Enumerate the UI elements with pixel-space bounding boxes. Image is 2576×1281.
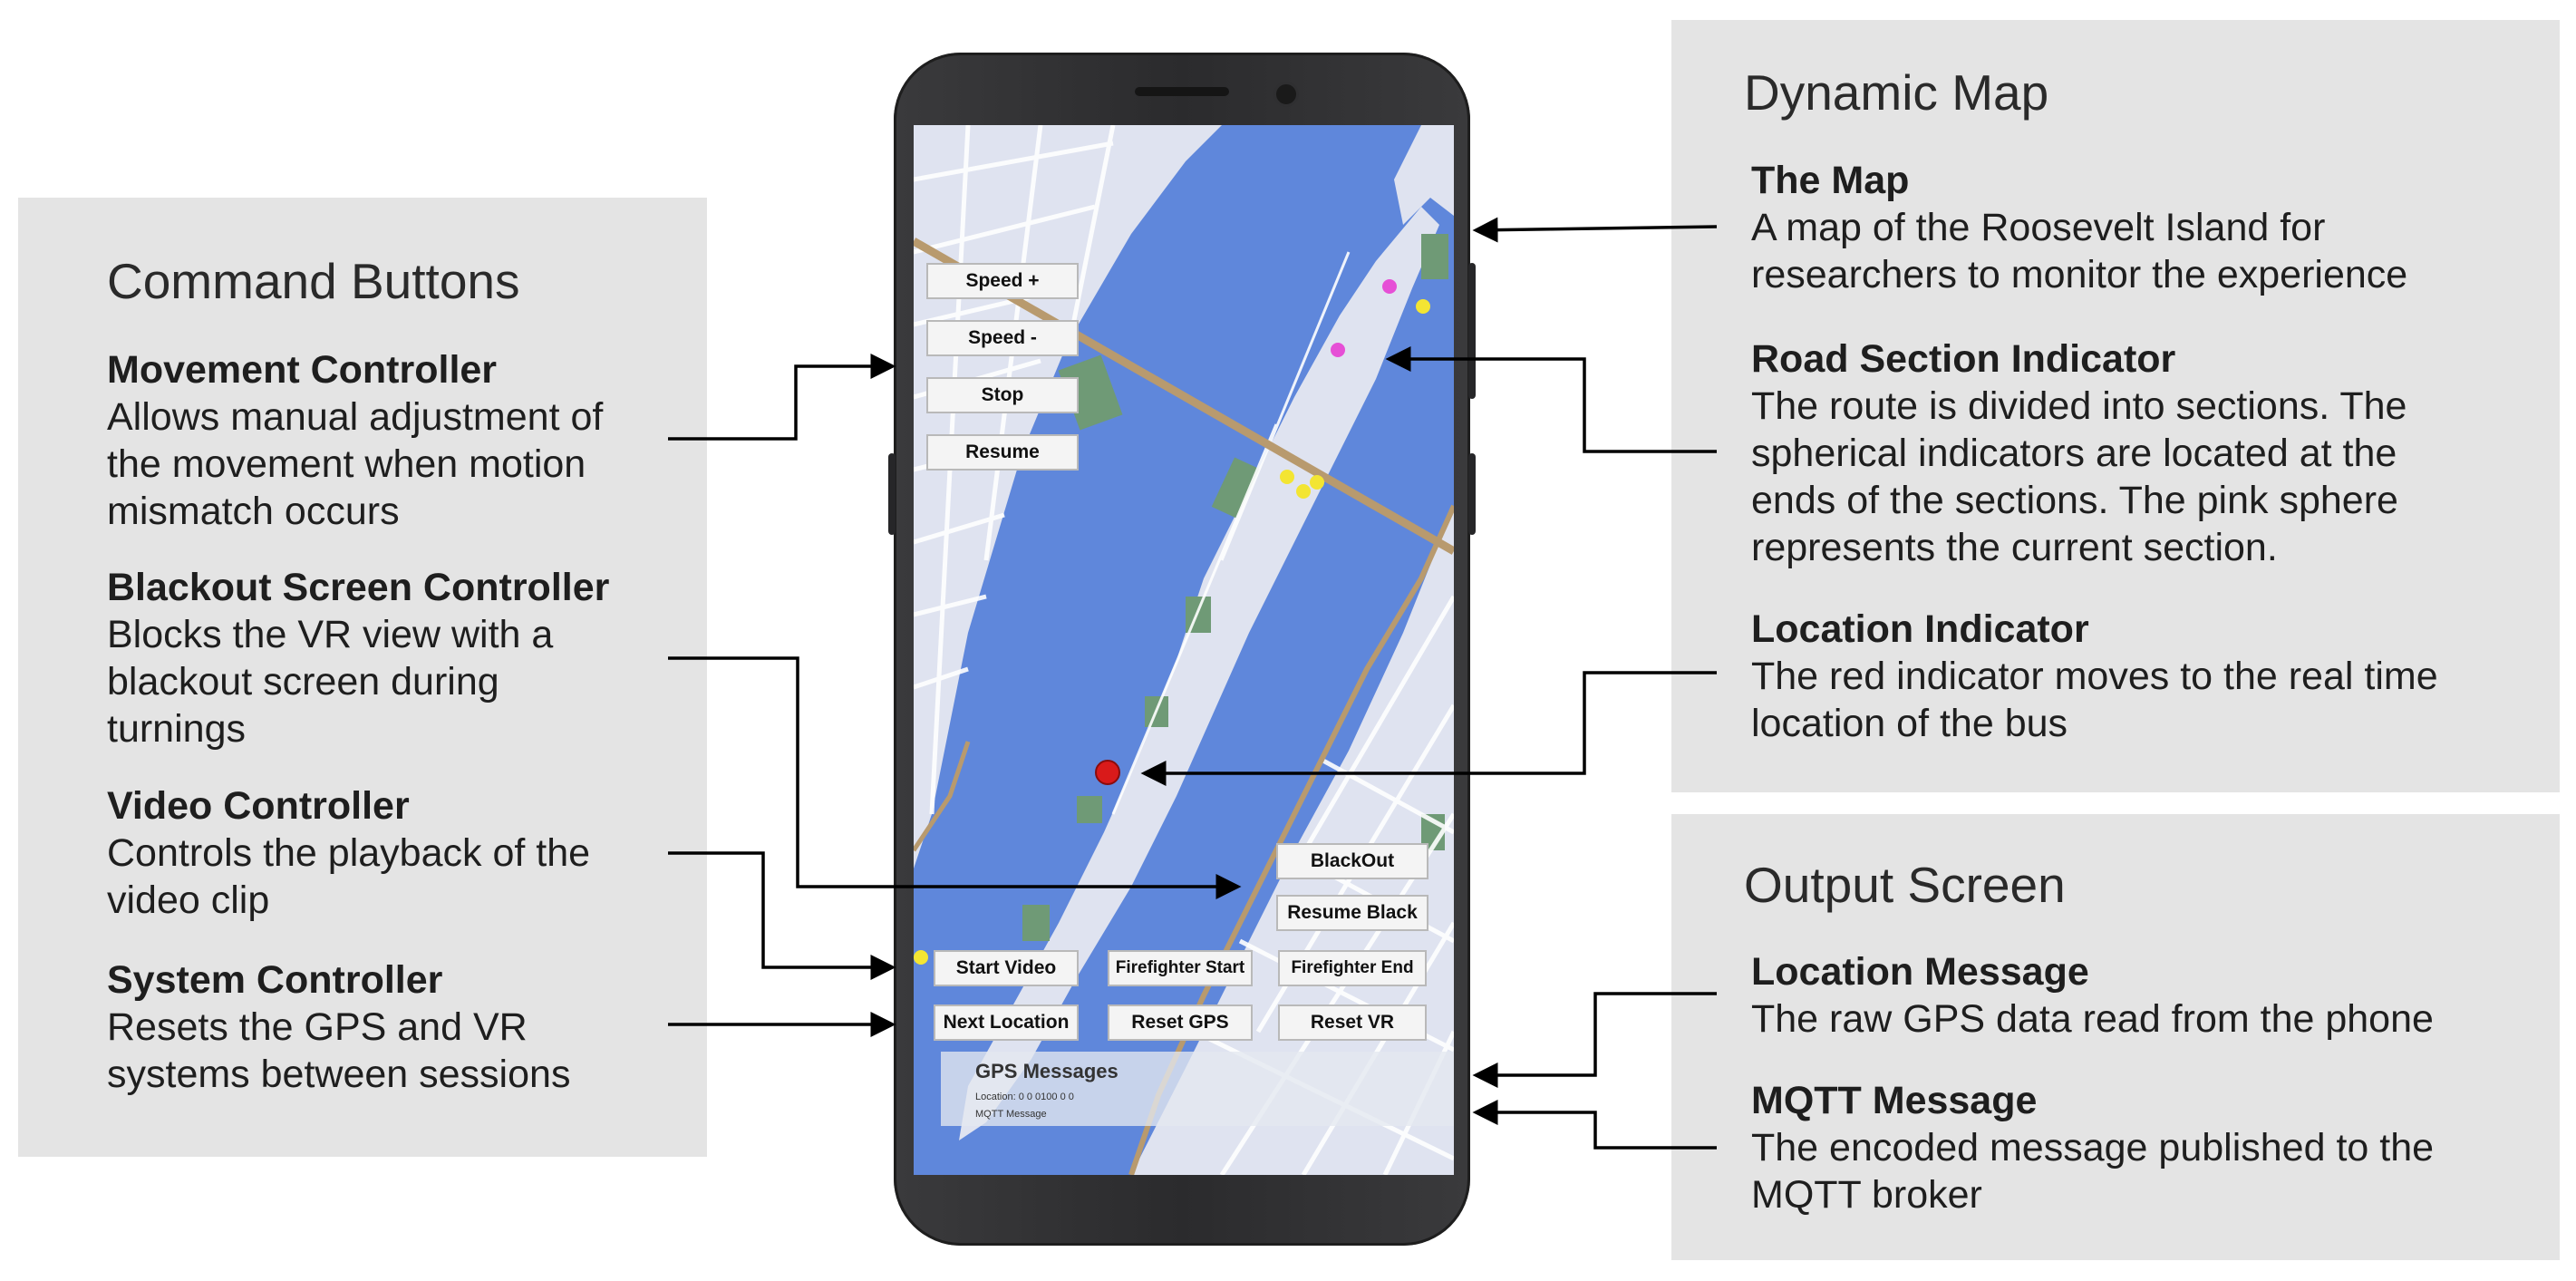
video-controller-annotation: Video Controller Controls the playback o… — [107, 782, 590, 924]
firefighter-end-button[interactable]: Firefighter End — [1278, 950, 1427, 986]
reset-vr-button[interactable]: Reset VR — [1278, 1004, 1427, 1041]
park-area — [1022, 905, 1050, 941]
speed-minus-button[interactable]: Speed - — [926, 320, 1079, 356]
location-message-annotation: Location Message The raw GPS data read f… — [1751, 948, 2434, 1043]
mqtt-message-desc: The encoded message published to the MQT… — [1751, 1126, 2435, 1217]
command-buttons-title: Command Buttons — [107, 253, 520, 309]
front-camera — [1273, 82, 1299, 107]
dynamic-map-title: Dynamic Map — [1744, 64, 2049, 121]
mqtt-message-annotation: MQTT Message The encoded message publish… — [1751, 1077, 2434, 1218]
section-marker — [914, 950, 928, 965]
volume-button — [888, 453, 896, 535]
system-controller-desc: Resets the GPS and VR systems between se… — [107, 1005, 571, 1096]
location-message: Location: 0 0 0100 0 0 — [975, 1092, 1074, 1102]
mqtt-message: MQTT Message — [975, 1109, 1047, 1120]
next-location-button[interactable]: Next Location — [934, 1004, 1079, 1041]
start-video-button[interactable]: Start Video — [934, 950, 1079, 986]
video-controller-title: Video Controller — [107, 784, 410, 828]
system-controller-title: System Controller — [107, 958, 443, 1002]
section-marker — [1416, 299, 1430, 314]
movement-controller-desc: Allows manual adjustment of the movement… — [107, 395, 604, 533]
app-screen: Speed + Speed - Stop Resume BlackOut Res… — [914, 125, 1454, 1175]
road-section-indicator-desc: The route is divided into sections. The … — [1751, 384, 2407, 569]
park-area — [1421, 234, 1448, 279]
park-area — [1077, 796, 1102, 823]
location-message-desc: The raw GPS data read from the phone — [1751, 997, 2434, 1041]
firefighter-start-button[interactable]: Firefighter Start — [1108, 950, 1253, 986]
reset-gps-button[interactable]: Reset GPS — [1108, 1004, 1253, 1041]
the-map-annotation: The Map A map of the Roosevelt Island fo… — [1751, 157, 2407, 298]
section-marker — [1310, 475, 1324, 490]
the-map-title: The Map — [1751, 159, 1910, 202]
park-area — [1186, 597, 1211, 633]
movement-controller-annotation: Movement Controller Allows manual adjust… — [107, 346, 603, 535]
location-indicator-desc: The red indicator moves to the real time… — [1751, 655, 2438, 745]
blackout-button[interactable]: BlackOut — [1276, 843, 1428, 879]
phone-speaker — [1135, 87, 1229, 96]
blackout-controller-annotation: Blackout Screen Controller Blocks the VR… — [107, 564, 609, 752]
location-message-title: Location Message — [1751, 950, 2089, 994]
section-marker — [1280, 470, 1294, 484]
road-section-indicator-title: Road Section Indicator — [1751, 337, 2176, 381]
side-button — [1468, 453, 1476, 535]
the-map-desc: A map of the Roosevelt Island for resear… — [1751, 206, 2408, 296]
road-section-indicator-annotation: Road Section Indicator The route is divi… — [1751, 335, 2407, 571]
section-marker — [1296, 484, 1311, 499]
output-screen-title: Output Screen — [1744, 857, 2066, 913]
location-indicator-annotation: Location Indicator The red indicator mov… — [1751, 606, 2438, 747]
movement-controller-title: Movement Controller — [107, 348, 498, 392]
mqtt-message-title: MQTT Message — [1751, 1079, 2038, 1122]
blackout-controller-desc: Blocks the VR view with a blackout scree… — [107, 613, 554, 751]
speed-plus-button[interactable]: Speed + — [926, 263, 1079, 299]
system-controller-annotation: System Controller Resets the GPS and VR … — [107, 956, 570, 1098]
location-marker — [1095, 760, 1120, 785]
stop-button[interactable]: Stop — [926, 377, 1079, 413]
resume-button[interactable]: Resume — [926, 434, 1079, 471]
current-section-marker — [1331, 343, 1345, 357]
video-controller-desc: Controls the playback of the video clip — [107, 831, 591, 922]
location-indicator-title: Location Indicator — [1751, 607, 2089, 651]
current-section-marker — [1382, 279, 1397, 294]
blackout-controller-title: Blackout Screen Controller — [107, 566, 610, 609]
power-button — [1468, 263, 1476, 399]
gps-messages-title: GPS Messages — [975, 1060, 1119, 1082]
resume-black-button[interactable]: Resume Black — [1276, 895, 1428, 931]
